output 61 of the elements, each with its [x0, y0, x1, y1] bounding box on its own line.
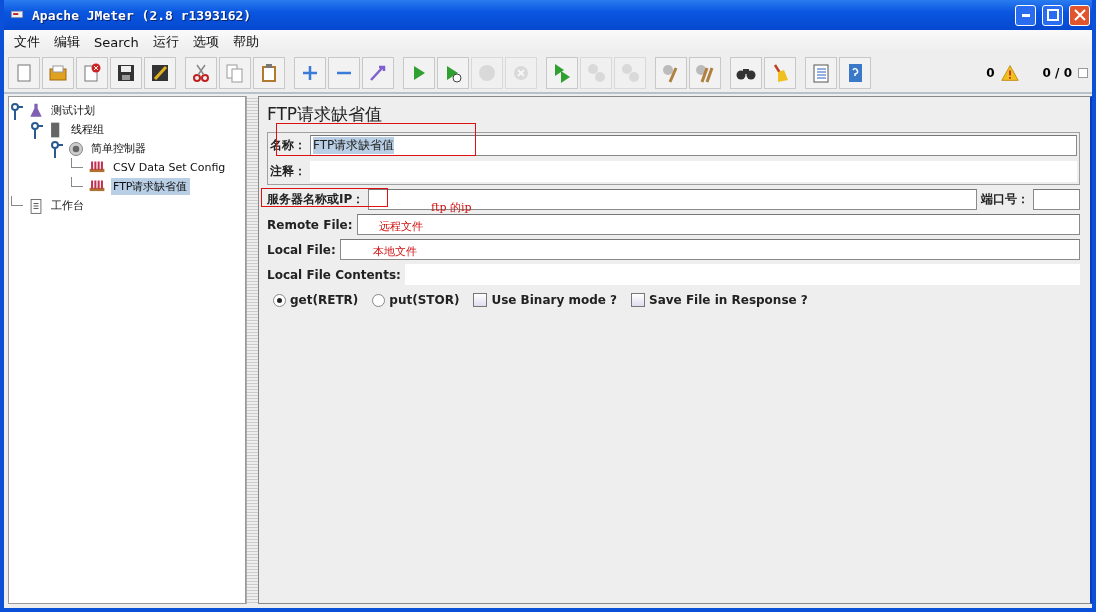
folder-icon [47, 62, 69, 84]
tree-toggle-icon [51, 139, 63, 158]
warning-icon [1000, 64, 1019, 82]
field-label: Remote File: [267, 217, 353, 232]
annotation-note: 本地文件 [373, 244, 417, 259]
field-label: Local File: [267, 242, 336, 257]
port-field[interactable] [1033, 189, 1080, 210]
minus-icon [336, 71, 352, 75]
list-icon [810, 62, 832, 84]
annotation-note: ftp 的ip [431, 200, 472, 215]
tree-toggle-icon [11, 101, 23, 120]
field-label: 服务器名称或IP： [267, 191, 365, 208]
toolbar-button[interactable] [110, 57, 142, 89]
maximize-icon [1046, 9, 1059, 21]
toolbar-button[interactable] [730, 57, 762, 89]
text-field[interactable] [356, 214, 1080, 235]
tree-item[interactable]: 测试计划 [49, 102, 97, 119]
selected-text: FTP请求缺省值 [313, 137, 395, 154]
maximize-button[interactable] [1042, 4, 1063, 26]
tree-item[interactable]: 简单控制器 [89, 140, 148, 157]
tree-item[interactable]: CSV Data Set Config [111, 160, 228, 175]
splitter[interactable] [246, 96, 258, 604]
radio-option[interactable]: get(RETR) [273, 293, 359, 307]
status-indicator [1078, 68, 1088, 78]
close-icon [1073, 9, 1086, 21]
tree-toggle-icon [31, 120, 43, 139]
menu-item[interactable]: Search [88, 32, 145, 52]
window-title: Apache JMeter (2.8 r1393162) [32, 7, 253, 23]
name-field[interactable]: FTP请求缺省值 [310, 135, 1077, 156]
menu-item[interactable]: 选项 [186, 31, 225, 53]
floppy-pencil-icon [149, 62, 171, 84]
copy-pages-icon [224, 62, 246, 84]
field-label: 端口号： [981, 191, 1029, 208]
close-button[interactable] [1069, 4, 1090, 26]
notepad-icon [27, 196, 45, 215]
option-label: put(STOR) [389, 293, 460, 307]
annotation-note: 远程文件 [379, 219, 423, 234]
menu-item[interactable]: 帮助 [226, 31, 265, 53]
text-field[interactable] [339, 239, 1080, 260]
toolbar-button[interactable] [185, 57, 217, 89]
menu-item[interactable]: 文件 [8, 31, 46, 53]
minimize-icon [1021, 13, 1030, 17]
tree-item[interactable]: FTP请求缺省值 [111, 178, 190, 195]
toolbar-button[interactable] [76, 57, 108, 89]
thread-count: 0 / 0 [1042, 66, 1072, 80]
scissors-icon [190, 62, 212, 84]
tree-item[interactable]: 线程组 [69, 121, 106, 138]
field-label: 注释： [270, 163, 306, 180]
error-count: 0 [986, 66, 995, 80]
radio-option[interactable]: put(STOR) [372, 293, 460, 307]
minimize-button[interactable] [1015, 4, 1036, 26]
page-with-x-icon [81, 62, 103, 84]
field-label: Local File Contents: [267, 267, 401, 282]
menu-item[interactable]: 运行 [146, 31, 185, 53]
gauge-icon [67, 139, 85, 158]
panel-title: FTP请求缺省值 [267, 103, 384, 126]
menu-item[interactable]: 编辑 [48, 31, 86, 53]
flask-icon [27, 101, 45, 120]
option-label: get(RETR) [290, 293, 359, 307]
tree-item[interactable]: 工作台 [49, 197, 86, 214]
toolbar-button[interactable] [144, 57, 176, 89]
